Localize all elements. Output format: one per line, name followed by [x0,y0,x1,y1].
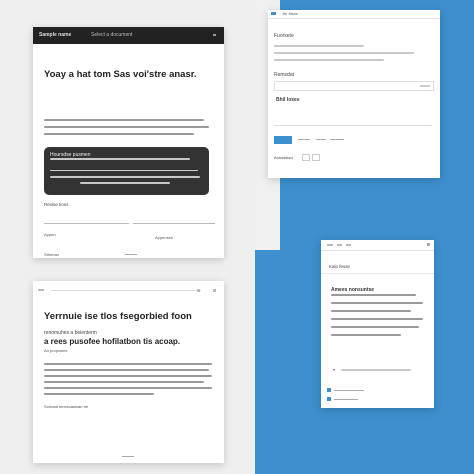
field-label-1: Appen [44,232,56,237]
info-panel-text-2 [50,176,200,184]
dropdown-value[interactable] [341,369,411,371]
form-textarea[interactable] [274,105,432,126]
checkbox-1[interactable] [327,388,331,392]
share-icon[interactable] [197,289,200,292]
field-label-2: Appensee [155,235,174,240]
article-paragraph [44,363,214,395]
info-panel-text [50,158,190,160]
article-small-label: Somaat mnesuasisan tre [44,404,89,409]
info-panel-divider [50,170,198,171]
checkbox-2-label [334,399,358,400]
close-icon[interactable] [427,243,430,246]
article-headline: Yerrnuie ise tlos fsegorbied foon [44,311,192,322]
article-subline: renomuhes a beienterm [44,330,97,336]
card-topbar: Sample name Select a document [33,27,224,44]
form-text-lines [274,45,424,61]
settings-tab-1[interactable] [327,244,333,246]
field-label-3: Sthenan [44,252,59,257]
form-topbar-title[interactable]: Jte Itisas [282,11,298,16]
article-card: Yerrnuie ise tlos fsegorbied foon renomu… [33,281,224,463]
settings-paragraph [331,294,423,336]
select-dropdown-2[interactable] [312,154,320,161]
form-link-3[interactable] [330,139,344,140]
form-label-2: Remsdat [274,72,295,78]
app-logo-icon [271,12,276,15]
back-icon[interactable] [38,289,44,291]
select-dropdown[interactable] [302,154,310,161]
revision-label: Revise tions [44,202,69,207]
more-icon[interactable] [213,289,216,292]
form-link-1[interactable] [298,139,310,140]
topbar-title: Sample name [39,32,72,38]
article-headline-2: a rees pusofee hofilatbon tis acoap. [44,337,181,346]
menu-icon[interactable] [213,34,216,36]
settings-tab-2[interactable] [337,244,342,246]
settings-card: Kalo fesse Amees nonsuntse ▾ [321,240,434,408]
topbar-subtitle[interactable]: Select a document [91,32,132,38]
form-label-1: Fuorsete [274,33,294,39]
checkbox-2[interactable] [327,397,331,401]
article-topbar [33,281,224,298]
form-link-2[interactable] [316,139,326,140]
text-field-2[interactable] [133,223,215,224]
settings-heading: Amees nonsuntse [331,287,375,293]
settings-nav-label[interactable]: Kalo fesse [329,264,350,269]
article-footer [122,456,134,457]
submit-button[interactable] [274,136,292,144]
address-bar[interactable] [51,290,201,291]
document-card-dark-header: Sample name Select a document Yoay a hat… [33,27,224,258]
form-card: Jte Itisas Fuorsete Remsdat Bhil Iosee A… [268,10,440,178]
form-topbar: Jte Itisas [268,10,440,19]
checkbox-1-label [334,390,364,391]
settings-topbar [321,240,434,251]
form-label-3: Bhil Iosee [276,97,300,103]
settings-divider [321,273,434,274]
article-subline-2: An proposine [44,348,68,353]
settings-tab-3[interactable] [346,244,351,246]
paragraph-lines [44,119,212,140]
select-label: Aonsdstsd [274,155,293,160]
info-panel: Hoursdse pusmen [44,147,209,195]
card-headline: Yoay a hat tom Sas voi'stre anasr. [44,69,197,80]
form-input[interactable] [274,81,434,91]
dropdown-arrow-icon[interactable]: ▾ [333,367,335,372]
text-field-1[interactable] [44,223,129,224]
